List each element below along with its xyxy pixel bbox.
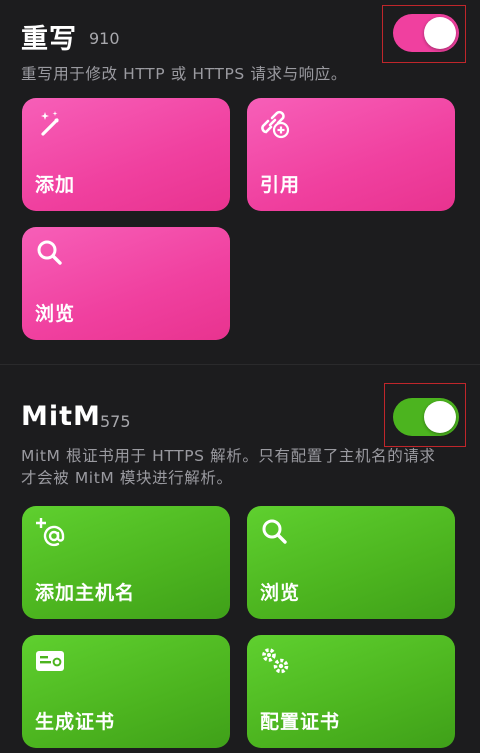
rewrite-description: 重写用于修改 HTTP 或 HTTPS 请求与响应。 xyxy=(21,65,347,83)
mitm-add-hostname-tile[interactable]: 添加主机名 xyxy=(22,506,230,619)
mitm-configure-cert-tile[interactable]: 配置证书 xyxy=(247,635,455,748)
mitm-title: MitM xyxy=(21,401,101,432)
mitm-generate-cert-tile[interactable]: 生成证书 xyxy=(22,635,230,748)
highlight-box xyxy=(382,5,466,63)
tile-label: 配置证书 xyxy=(260,711,341,733)
rewrite-section: 重写 910 重写用于修改 HTTP 或 HTTPS 请求与响应。 添加 引用 xyxy=(0,0,480,364)
mitm-count: 575 xyxy=(100,412,131,431)
rewrite-browse-tile[interactable]: 浏览 xyxy=(22,227,230,340)
rewrite-reference-tile[interactable]: 引用 xyxy=(247,98,455,211)
tile-label: 添加 xyxy=(35,174,76,196)
tile-label: 浏览 xyxy=(35,303,76,325)
tile-label: 引用 xyxy=(260,174,301,196)
magic-wand-icon xyxy=(41,111,59,136)
search-icon xyxy=(262,519,287,544)
mitm-description: MitM 根证书用于 HTTPS 解析。只有配置了主机名的请求才会被 MitM … xyxy=(21,447,436,487)
add-at-icon xyxy=(36,518,65,547)
rewrite-count: 910 xyxy=(89,29,120,48)
tile-label: 添加主机名 xyxy=(35,582,136,604)
mitm-section: MitM 575 MitM 根证书用于 HTTPS 解析。只有配置了主机名的请求… xyxy=(0,364,480,753)
rewrite-title: 重写 xyxy=(21,24,77,55)
tile-label: 浏览 xyxy=(260,582,301,604)
search-icon xyxy=(37,240,62,265)
mitm-browse-tile[interactable]: 浏览 xyxy=(247,506,455,619)
certificate-icon xyxy=(36,651,64,671)
link-add-icon xyxy=(261,110,290,139)
rewrite-add-tile[interactable]: 添加 xyxy=(22,98,230,211)
gears-icon xyxy=(262,648,289,674)
highlight-box xyxy=(384,383,466,447)
tile-label: 生成证书 xyxy=(35,711,116,733)
